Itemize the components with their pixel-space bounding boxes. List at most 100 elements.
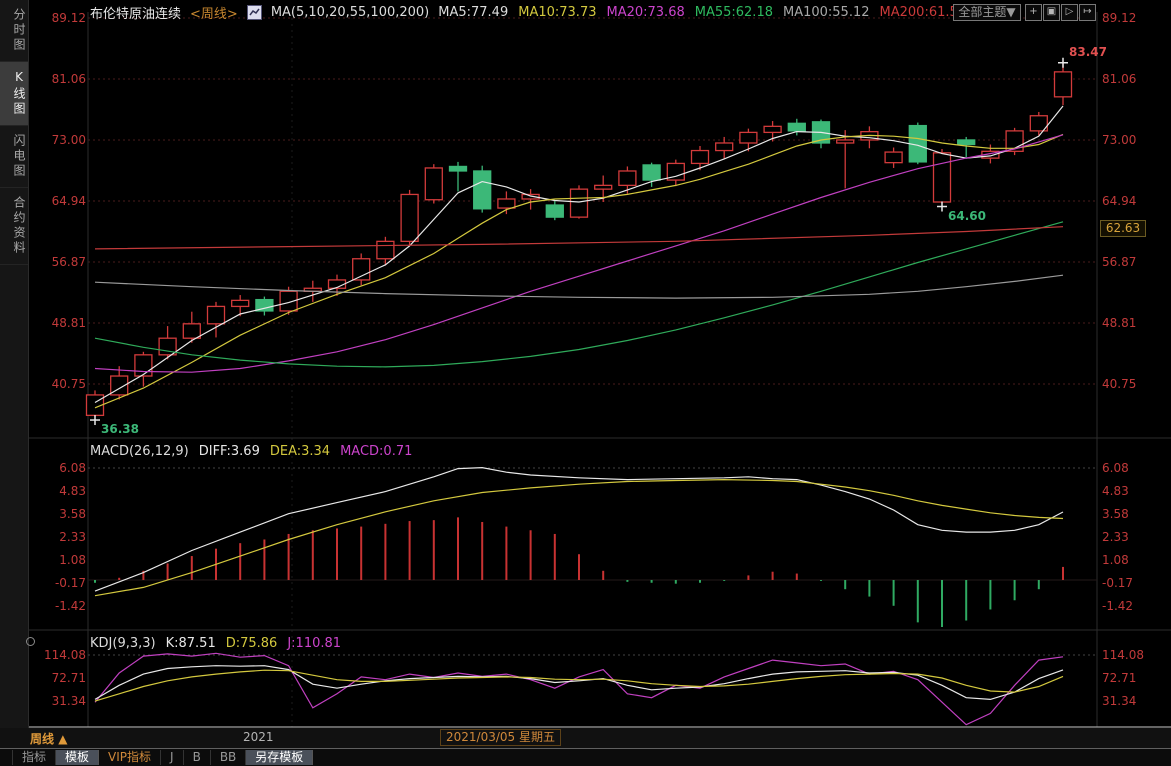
candle-body	[595, 185, 612, 189]
tab-2[interactable]: VIP指标	[99, 750, 161, 765]
y-axis-label: 2.33	[1102, 530, 1129, 544]
candle-body	[1055, 72, 1072, 97]
y-axis-label: 6.08	[1102, 461, 1129, 475]
timeline-bar	[0, 728, 1171, 748]
y-axis-label: 31.34	[1102, 694, 1136, 708]
candle-body	[764, 126, 781, 132]
y-axis-label: -0.17	[34, 576, 86, 590]
tab-1[interactable]: 模板	[56, 750, 99, 765]
y-axis-label: 64.94	[34, 194, 86, 208]
y-axis-label: 73.00	[1102, 133, 1136, 147]
y-axis-label: 89.12	[34, 11, 86, 25]
y-axis-label: -1.42	[34, 599, 86, 613]
kdj-values: K:87.51D:75.86J:110.81	[166, 636, 341, 651]
ma-value-2: MA20:73.68	[606, 5, 684, 20]
crosshair-icon[interactable]: +	[1025, 4, 1042, 21]
y-axis-label: 3.58	[1102, 507, 1129, 521]
y-axis-label: 64.94	[1102, 194, 1136, 208]
y-axis-label: 6.08	[34, 461, 86, 475]
ma-line-MA10	[95, 134, 1063, 407]
ma-line-MA200	[95, 227, 1063, 249]
kdj-value-2: J:110.81	[287, 636, 341, 651]
y-axis-label: 114.08	[34, 648, 86, 662]
y-axis-label: 73.00	[34, 133, 86, 147]
kdj-line-J	[95, 653, 1063, 724]
y-axis-label: 1.08	[34, 553, 86, 567]
kdj-value-1: D:75.86	[226, 636, 278, 651]
candle-body	[837, 140, 854, 143]
y-axis-label: 114.08	[1102, 648, 1144, 662]
pane-next-icon[interactable]: ▷	[1061, 4, 1078, 21]
candle-body	[958, 140, 975, 145]
kdj-label: KDJ(9,3,3)	[90, 636, 156, 651]
candle-body	[183, 324, 200, 338]
price-axis-marker: 62.63	[1100, 220, 1146, 237]
y-axis-label: 48.81	[1102, 316, 1136, 330]
triangle-up-icon: ▲	[58, 732, 67, 746]
macd-label: MACD(26,12,9)	[90, 444, 189, 459]
tab-3[interactable]: J	[161, 750, 184, 765]
pane-exit-icon[interactable]: ↦	[1079, 4, 1096, 21]
sidebar-item-1[interactable]: K线图	[0, 62, 28, 126]
y-axis-label: 81.06	[34, 72, 86, 86]
ma-line-MA55	[95, 222, 1063, 367]
y-axis-label: 72.71	[34, 671, 86, 685]
macd-value-0: DIFF:3.69	[199, 444, 260, 459]
y-axis-label: 31.34	[34, 694, 86, 708]
y-axis-label: 1.08	[1102, 553, 1129, 567]
y-axis-label: -1.42	[1102, 599, 1133, 613]
annotation-83.47: 83.47	[1069, 45, 1107, 59]
y-axis-label: 81.06	[1102, 72, 1136, 86]
kline-style-icon[interactable]	[247, 5, 262, 20]
y-axis-label: 89.12	[1102, 11, 1136, 25]
candle-body	[208, 306, 225, 323]
y-axis-label: 72.71	[1102, 671, 1136, 685]
ma-value-4: MA100:55.12	[783, 5, 870, 20]
pane-layout-icon[interactable]: ▣	[1043, 4, 1060, 21]
y-axis-label: 3.58	[34, 507, 86, 521]
bottom-tab-bar: 指标模板VIP指标JBBB另存模板	[0, 748, 1171, 766]
y-axis-label: 2.33	[34, 530, 86, 544]
chart-header: 布伦特原油连续 <周线> MA(5,10,20,55,100,200) MA5:…	[90, 3, 966, 21]
chart-canvas[interactable]	[0, 0, 1171, 766]
macd-values: DIFF:3.69DEA:3.34MACD:0.71	[199, 444, 413, 459]
instrument-title: 布伦特原油连续	[90, 3, 181, 22]
sidebar-item-2[interactable]: 闪电图	[0, 126, 28, 188]
kdj-collapse-icon[interactable]	[26, 637, 35, 646]
theme-selector-button[interactable]: 全部主题▼	[953, 4, 1021, 21]
sidebar-item-3[interactable]: 合约资料	[0, 188, 28, 265]
period-tag: <周线>	[190, 3, 238, 22]
candle-body	[571, 189, 588, 217]
sidebar-item-0[interactable]: 分时图	[0, 0, 28, 62]
candle-body	[643, 165, 660, 180]
tab-5[interactable]: BB	[211, 750, 246, 765]
candle-body	[740, 132, 757, 143]
ma-value-1: MA10:73.73	[518, 5, 596, 20]
candle-body	[885, 152, 902, 163]
ma-value-0: MA5:77.49	[438, 5, 508, 20]
candle-body	[401, 194, 418, 241]
y-axis-label: 56.87	[1102, 255, 1136, 269]
annotation-64.60: 64.60	[948, 209, 986, 223]
tab-0[interactable]: 指标	[12, 750, 56, 765]
y-axis-label: 48.81	[34, 316, 86, 330]
ma-config-label: MA(5,10,20,55,100,200)	[271, 5, 429, 20]
tab-4[interactable]: B	[184, 750, 211, 765]
y-axis-label: 4.83	[1102, 484, 1129, 498]
candle-body	[135, 355, 152, 376]
candle-body	[232, 300, 249, 306]
candle-body	[377, 241, 394, 258]
candle-body	[474, 171, 491, 209]
sidebar: 分时图K线图闪电图合约资料	[0, 0, 29, 728]
candle-body	[788, 123, 805, 131]
tab-6[interactable]: 另存模板	[246, 750, 313, 765]
candle-body	[425, 168, 442, 200]
ma-line-MA20	[95, 135, 1063, 372]
candle-body	[619, 171, 636, 185]
ma-values: MA5:77.49MA10:73.73MA20:73.68MA55:62.18M…	[438, 5, 966, 20]
annotation-36.38: 36.38	[101, 422, 139, 436]
candle-body	[498, 199, 515, 208]
candle-body	[692, 151, 709, 164]
macd-value-1: DEA:3.34	[270, 444, 330, 459]
period-selector[interactable]: 周线 ▲	[30, 730, 67, 747]
